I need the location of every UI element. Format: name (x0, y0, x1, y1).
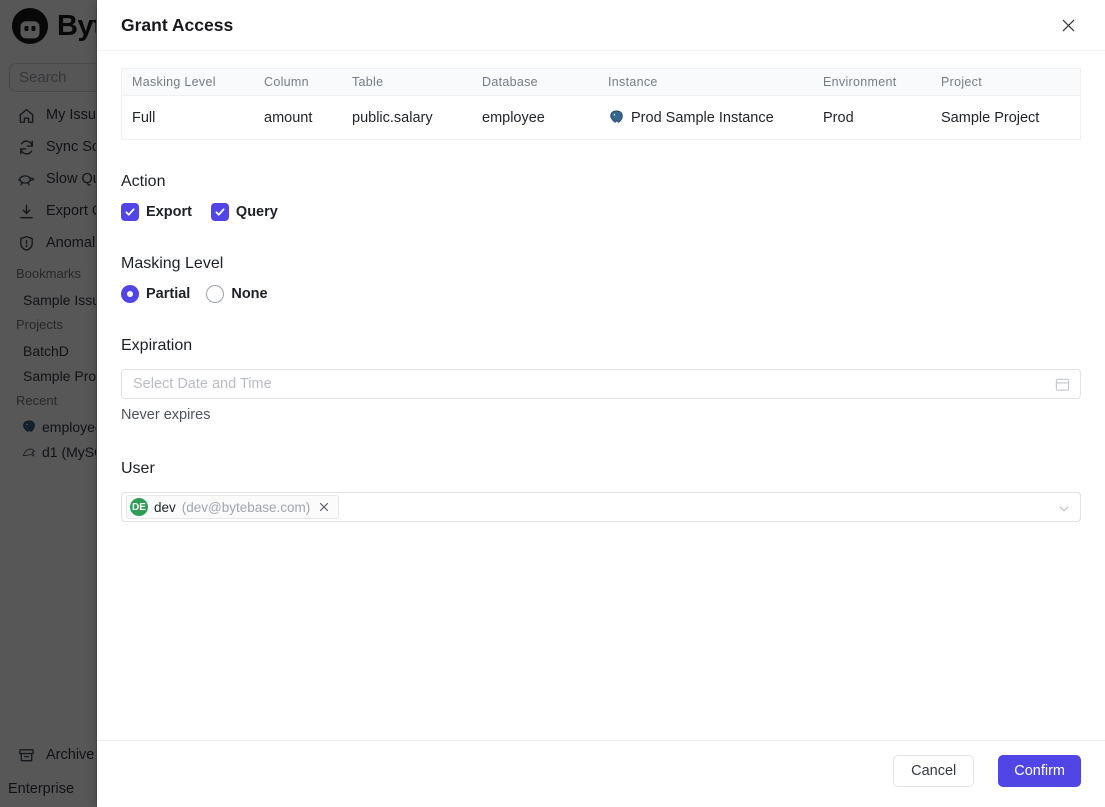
close-button[interactable] (1055, 12, 1081, 38)
modal-header: Grant Access (97, 0, 1105, 51)
radio-label: None (231, 286, 268, 302)
user-heading: User (121, 460, 155, 477)
column-header: Column (264, 75, 309, 89)
cell-masking-level: Full (132, 109, 156, 126)
chevron-down-icon (1057, 502, 1071, 516)
user-tag: DE dev (dev@bytebase.com) (126, 495, 340, 519)
column-header: Environment (823, 75, 897, 89)
confirm-button[interactable]: Confirm (998, 755, 1081, 787)
masking-level-heading: Masking Level (121, 255, 224, 272)
user-email: (dev@bytebase.com) (181, 499, 311, 515)
grant-access-modal: Grant Access Masking Level Column Table … (97, 0, 1105, 807)
checkbox-checked-icon (210, 203, 229, 221)
none-radio[interactable]: None (206, 285, 268, 303)
cell-table: public.salary (352, 109, 433, 126)
expiration-helper-text: Never expires (121, 407, 211, 423)
cell-environment: Prod (823, 109, 854, 126)
user-select[interactable]: DE dev (dev@bytebase.com) (121, 492, 1081, 522)
instance-name: Prod Sample Instance (631, 109, 774, 126)
resource-table: Masking Level Column Table Database Inst… (121, 68, 1081, 140)
expiration-date-picker[interactable] (121, 369, 1081, 399)
modal-title: Grant Access (121, 14, 234, 35)
column-header: Table (352, 75, 384, 89)
remove-user-icon[interactable] (318, 501, 330, 513)
masking-level-options: Partial None (121, 284, 1081, 304)
user-name: dev (154, 499, 176, 515)
action-heading: Action (121, 173, 166, 190)
table-header-row: Masking Level Column Table Database Inst… (122, 69, 1080, 96)
cancel-button[interactable]: Cancel (893, 755, 975, 787)
column-header: Project (941, 75, 983, 89)
expiration-heading: Expiration (121, 337, 193, 354)
expiration-input[interactable] (122, 370, 1080, 398)
action-options: Export Query (121, 202, 1081, 222)
modal-backdrop[interactable] (0, 0, 97, 807)
avatar: DE (130, 498, 148, 516)
checkbox-label: Query (235, 204, 278, 220)
modal-body: Masking Level Column Table Database Inst… (97, 51, 1105, 522)
cell-database: employee (482, 109, 545, 126)
calendar-icon[interactable] (1055, 377, 1070, 392)
radio-selected-icon (121, 285, 139, 303)
cell-instance: Prod Sample Instance (598, 109, 813, 126)
table-row: Full amount public.salary employee Prod … (122, 96, 1080, 139)
close-icon (1060, 17, 1077, 34)
checkbox-label: Export (146, 204, 192, 220)
column-header: Instance (608, 75, 658, 89)
partial-radio[interactable]: Partial (121, 285, 190, 303)
cell-project: Sample Project (941, 109, 1040, 126)
postgresql-icon (608, 109, 625, 126)
radio-label: Partial (146, 286, 191, 302)
modal-footer: Cancel Confirm (97, 740, 1105, 807)
query-checkbox[interactable]: Query (210, 203, 278, 221)
export-checkbox[interactable]: Export (121, 203, 192, 221)
cell-column: amount (264, 109, 313, 126)
column-header: Masking Level (132, 75, 216, 89)
checkbox-checked-icon (121, 203, 139, 221)
column-header: Database (482, 75, 538, 89)
radio-unselected-icon (206, 285, 225, 303)
